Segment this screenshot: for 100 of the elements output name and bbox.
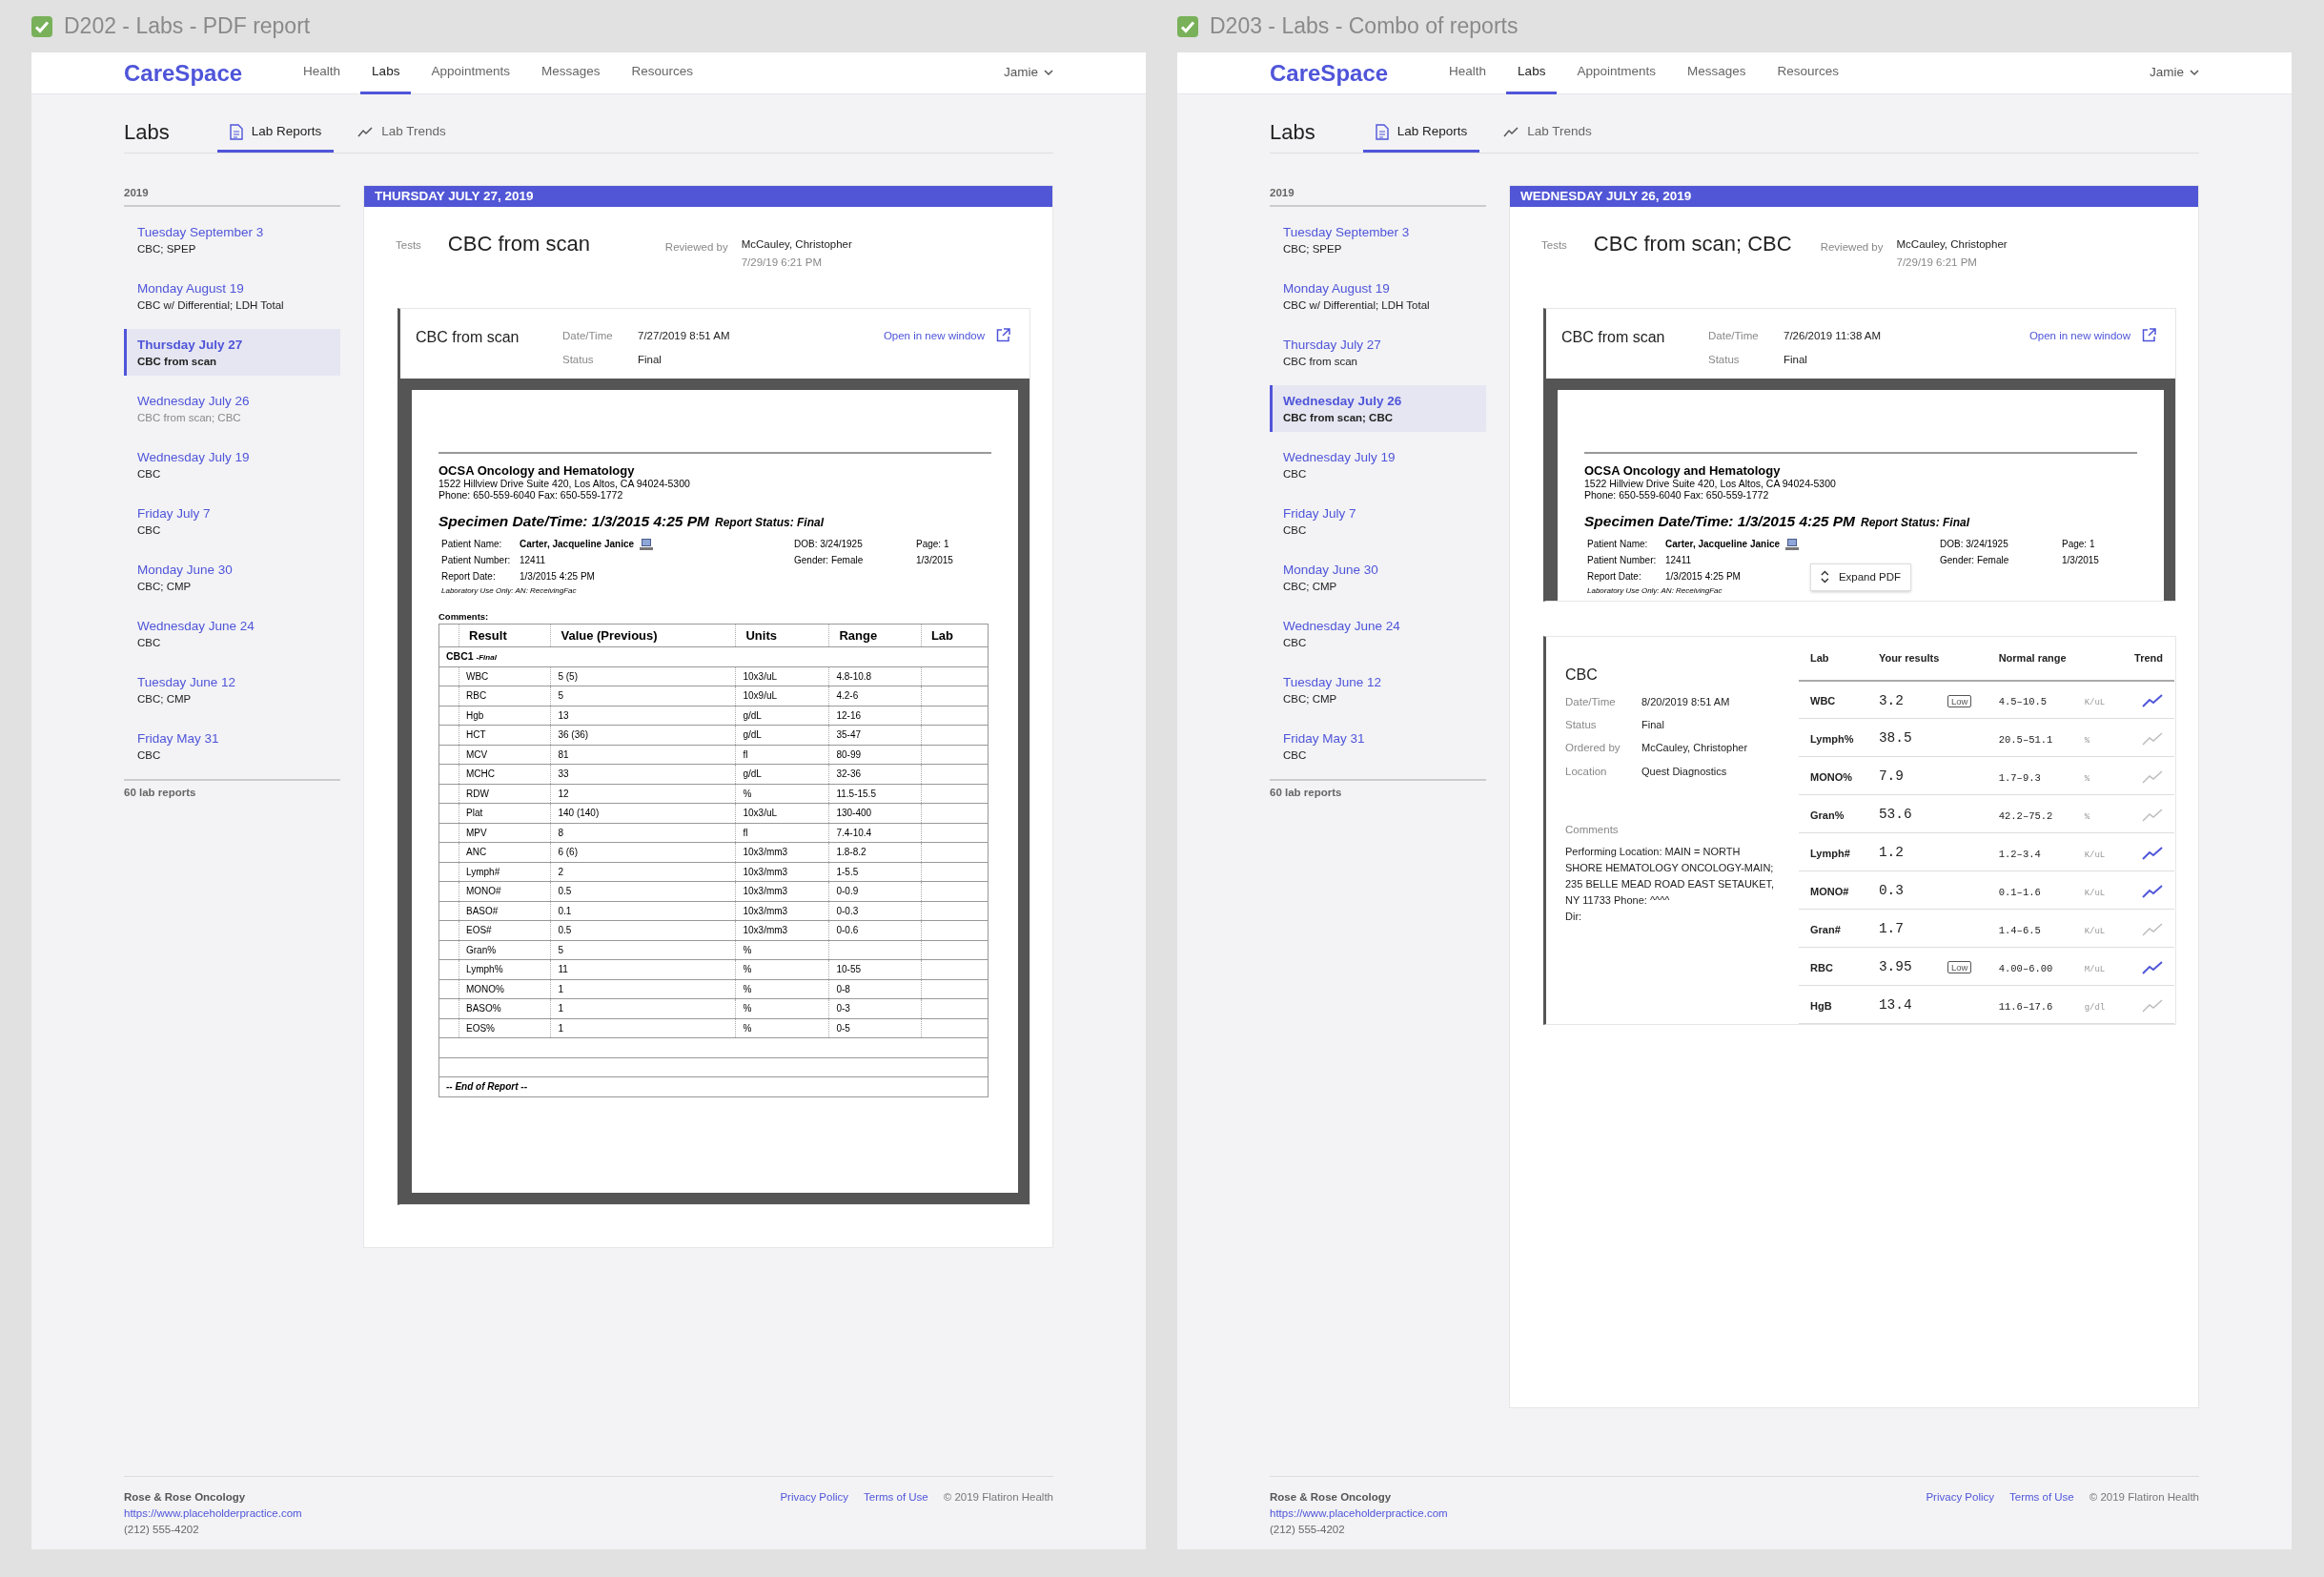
info-text: DOB: 3/24/1925 (1940, 537, 2008, 551)
nav-link[interactable]: Labs (360, 51, 412, 94)
table-cell: fl (743, 748, 748, 760)
nav-link[interactable]: Appointments (419, 51, 521, 94)
field-value: 12411 (1665, 553, 1692, 567)
report-list-item[interactable]: Tuesday September 3 CBC; SPEP (1270, 216, 1486, 264)
table-cell: 11.5-15.5 (836, 788, 876, 799)
table-cell: 11 (558, 964, 568, 975)
info-text: DOB: 3/24/1925 (794, 537, 863, 551)
result-value: 3.95 (1878, 958, 1913, 977)
table-cell: 10x3/uL (743, 808, 778, 819)
info-text: Page: 1 (916, 537, 949, 551)
units-text: % (2084, 811, 2090, 822)
caret-icon (2190, 70, 2199, 76)
nav-link[interactable]: Labs (1506, 51, 1558, 94)
open-new-window-link[interactable]: Open in new window (883, 328, 1010, 343)
table-cell: g/dL (743, 729, 762, 741)
table-cell: 0-8 (836, 983, 850, 994)
phone-text: Phone: 650-559-6040 Fax: 650-559-1772 (438, 488, 624, 501)
table-cell: 4.8-10.8 (836, 670, 872, 682)
nav-link[interactable]: Appointments (1565, 51, 1667, 94)
units-text: g/dl (2084, 1002, 2106, 1013)
user-menu[interactable]: Jamie (2150, 63, 2199, 83)
report-list-item[interactable]: Wednesday July 19 CBC (1270, 441, 1486, 489)
open-new-window-link[interactable]: Open in new window (2028, 328, 2156, 343)
brand-logo[interactable]: CareSpace (1270, 55, 1389, 91)
report-list-item[interactable]: Friday May 31 CBC (1270, 723, 1486, 770)
normal-range: 20.5–51.1 (1998, 732, 2054, 748)
table-cell: 10x9/uL (743, 690, 778, 702)
sub-tab[interactable]: Lab Reports (216, 113, 335, 153)
nav-link[interactable]: Health (292, 51, 353, 94)
lab-use-note: Laboratory Use Only: AN: ReceivingFac (1586, 584, 1723, 597)
external-link-icon (996, 328, 1010, 342)
report-list-item[interactable]: Thursday July 27 CBC from scan (124, 329, 340, 377)
document-name: CBC from scan (416, 328, 520, 347)
field-value: Carter, Jacqueline Janice (1665, 537, 1781, 551)
report-list-item[interactable]: Friday July 7 CBC (124, 498, 340, 545)
report-list-item[interactable]: Monday August 19 CBC w/ Differential; LDH Total (124, 273, 340, 320)
address-text: 1522 Hillview Drive Suite 420, Los Altos, CA 94024-5300 (1584, 477, 1837, 489)
expand-pdf-button[interactable]: Expand PDF (1809, 563, 1912, 591)
table-cell: fl (743, 827, 748, 838)
field-label: Date/Time (562, 329, 614, 343)
website-link[interactable]: https://www.placeholderpractice.com (1270, 1505, 1448, 1522)
trend-icon[interactable] (2142, 884, 2163, 898)
footer-link[interactable]: Privacy Policy (780, 1489, 848, 1505)
field-label: Status (1565, 718, 1598, 732)
table-cell: 33 (558, 768, 569, 780)
comments-label: Comments: (438, 609, 490, 624)
table-cell: g/dL (743, 709, 762, 721)
footer-link[interactable]: Terms of Use (2009, 1489, 2074, 1505)
table-cell: 80-99 (836, 748, 861, 760)
report-list-item[interactable]: Tuesday September 3 CBC; SPEP (124, 216, 340, 264)
table-cell: 81 (558, 748, 569, 760)
nav-link[interactable]: Resources (620, 51, 704, 94)
table-cell: 0-0.6 (836, 925, 859, 936)
lab-name: Lymph# (1810, 847, 1850, 859)
phone-text: Phone: 650-559-6040 Fax: 650-559-1772 (1584, 488, 1770, 501)
table-cell: Lymph% (466, 964, 503, 975)
report-status: Report Status: Final (1861, 514, 1970, 531)
field-value: Quest Diagnostics (1641, 764, 1728, 779)
trend-icon[interactable] (2142, 960, 2163, 974)
trend-icon[interactable] (2142, 693, 2163, 707)
report-list-item[interactable]: Wednesday June 24 CBC (124, 610, 340, 658)
info-text: 1/3/2015 (2062, 553, 2099, 567)
document-icon (1375, 123, 1389, 140)
report-list-item[interactable]: Monday August 19 CBC w/ Differential; LDH Total (1270, 273, 1486, 320)
report-list-item[interactable]: Wednesday July 19 CBC (124, 441, 340, 489)
column-header: Your results (1878, 652, 1940, 664)
report-list-item[interactable]: Wednesday July 26 CBC from scan; CBC (1270, 385, 1486, 433)
sub-tab[interactable]: Lab Trends (345, 113, 459, 153)
report-list-item[interactable]: Friday July 7 CBC (1270, 498, 1486, 545)
report-list-item[interactable]: Tuesday June 12 CBC; CMP (124, 666, 340, 714)
table-cell: 36 (36) (558, 729, 589, 741)
brand-logo[interactable]: CareSpace (124, 55, 243, 91)
website-link[interactable]: https://www.placeholderpractice.com (124, 1505, 302, 1522)
user-menu[interactable]: Jamie (1004, 63, 1053, 83)
sub-tab[interactable]: Lab Reports (1362, 113, 1480, 153)
footer-link[interactable]: Terms of Use (864, 1489, 928, 1505)
lab-name: HgB (1810, 999, 1832, 1012)
table-cell: MCV (466, 748, 488, 760)
organization-name: OCSA Oncology and Hematology (438, 462, 636, 478)
trend-icon[interactable] (2142, 846, 2163, 860)
table-cell: % (743, 788, 752, 799)
table-cell: 140 (140) (558, 808, 600, 819)
reviewer-name: McCauley, Christopher (1896, 237, 2008, 252)
nav-link[interactable]: Health (1437, 51, 1498, 94)
page-title: Labs (1270, 119, 1315, 147)
footer-link[interactable]: Privacy Policy (1926, 1489, 1994, 1505)
report-list-item[interactable]: Wednesday June 24 CBC (1270, 610, 1486, 658)
reviewer-name: McCauley, Christopher (741, 237, 852, 252)
nav-link[interactable]: Resources (1765, 51, 1850, 94)
nav-link[interactable]: Messages (1675, 51, 1758, 94)
report-list-item[interactable]: Thursday July 27 CBC from scan (1270, 329, 1486, 377)
report-list-item[interactable]: Friday May 31 CBC (124, 723, 340, 770)
report-list-item[interactable]: Wednesday July 26 CBC from scan; CBC (124, 385, 340, 433)
report-list-item[interactable]: Monday June 30 CBC; CMP (124, 554, 340, 602)
sub-tab[interactable]: Lab Trends (1491, 113, 1604, 153)
nav-link[interactable]: Messages (529, 51, 612, 94)
report-list-item[interactable]: Monday June 30 CBC; CMP (1270, 554, 1486, 602)
report-list-item[interactable]: Tuesday June 12 CBC; CMP (1270, 666, 1486, 714)
